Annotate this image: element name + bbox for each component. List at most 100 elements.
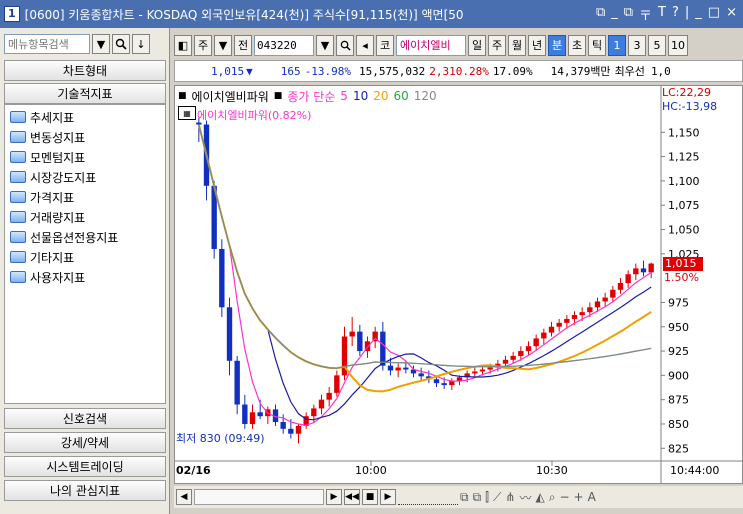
speaker-icon[interactable]: ◂ [356,34,374,56]
tab-second[interactable]: 초 [568,34,586,56]
candle-body[interactable] [334,375,340,393]
candle-body[interactable] [525,346,532,352]
candle-body[interactable] [587,307,593,313]
multiple-5[interactable]: 5 [648,34,666,56]
fib-icon[interactable]: ⋔ [505,490,515,504]
restore-icon[interactable]: ⧉ [624,5,633,24]
multiple-3[interactable]: 3 [628,34,646,56]
stop-icon[interactable]: ■ [362,489,378,505]
layout-icon[interactable]: ◧ [174,34,192,56]
code-dropdown-icon[interactable]: ▼ [316,34,334,56]
candle-body[interactable] [295,425,302,434]
price-chart[interactable]: ■ 에이치엘비파워 ■ 종가 단순 5 10 20 60 120 1,150 1,… [174,85,743,484]
chart-type-header[interactable]: 차트형태 [4,60,166,81]
candle-body[interactable] [418,373,424,377]
tab-day[interactable]: 일 [468,34,486,56]
tree-item-price[interactable]: 가격지표 [5,187,165,207]
market-button[interactable]: 코 [376,34,394,56]
prev-button[interactable]: 전 [234,34,252,56]
candle-body[interactable] [433,379,440,384]
candle-body[interactable] [441,383,447,386]
rewind-icon[interactable]: ◀◀ [344,489,360,505]
candle-body[interactable] [548,326,555,333]
tab-week[interactable]: 주 [488,34,506,56]
copy-icon[interactable]: ⧉ [473,490,482,505]
search-icon[interactable] [336,34,354,56]
maximize-window-button[interactable]: □ [708,5,720,24]
technical-indicators-header[interactable]: 기술적지표 [4,83,166,104]
tab-minute[interactable]: 분 [548,34,566,56]
candle-body[interactable] [472,371,478,374]
candle-body[interactable] [564,318,570,323]
stock-code-input[interactable]: 043220 [254,34,314,56]
multiple-10[interactable]: 10 [668,34,688,56]
search-icon[interactable] [112,34,130,54]
candle-body[interactable] [249,412,256,424]
tree-item-futures-options[interactable]: 선물옵션전용지표 [5,227,165,247]
tree-item-volume[interactable]: 거래량지표 [5,207,165,227]
wave-icon[interactable]: 〰 [519,489,531,506]
candle-body[interactable] [387,365,394,371]
candle-body[interactable] [280,422,286,429]
close-window-button[interactable]: × [726,5,737,24]
dropdown-arrow-icon[interactable]: ▼ [92,34,110,54]
tree-item-market-strength[interactable]: 시장강도지표 [5,167,165,187]
signal-search-button[interactable]: 신호검색 [4,408,166,429]
forward-icon[interactable]: ▶ [380,489,396,505]
candle-body[interactable] [226,307,233,361]
help-icon[interactable]: ? [672,5,679,24]
candle-body[interactable] [594,301,601,308]
candle-body[interactable] [502,359,509,364]
tree-item-momentum[interactable]: 모멘텀지표 [5,147,165,167]
chart-layout-icon[interactable]: ⧉ [460,490,469,505]
trend-line-icon[interactable]: ⟋ [493,490,501,505]
candle-body[interactable] [510,355,516,360]
tree-item-trend[interactable]: 추세지표 [5,107,165,127]
candle-body[interactable] [541,332,547,339]
my-favorite-indicators-button[interactable]: 나의 관심지표 [4,480,166,501]
zoom-out-icon[interactable]: − [559,490,569,504]
candle-body[interactable] [518,351,524,356]
candle-body[interactable] [617,283,624,290]
horizontal-scrollbar[interactable] [194,489,324,505]
bull-bear-button[interactable]: 강세/약세 [4,432,166,453]
candle-body[interactable] [219,248,225,308]
minimize-button[interactable]: _ [611,5,618,24]
candle-body[interactable] [257,412,263,417]
tree-item-other[interactable]: 기타지표 [5,247,165,267]
candle-body[interactable] [311,408,317,417]
candle-body[interactable] [610,289,616,298]
candle-body[interactable] [288,428,294,434]
candle-body[interactable] [234,360,240,405]
candle-body[interactable] [242,404,248,424]
text-icon[interactable]: A [588,490,596,504]
zoom-slider[interactable] [398,489,458,505]
tab-month[interactable]: 월 [508,34,526,56]
candle-body[interactable] [579,312,585,316]
candle-body[interactable] [357,331,363,352]
candlestick-plot[interactable]: 1,1501,1251,1001,0751,0501,0259759509259… [175,86,742,483]
shape-icon[interactable]: ◭ [535,490,544,504]
candle-body[interactable] [395,367,401,371]
link-icon[interactable]: ⧉ [596,5,605,24]
tab-year[interactable]: 년 [528,34,546,56]
candle-body[interactable] [326,392,332,400]
font-icon[interactable]: T [658,5,666,24]
candle-body[interactable] [571,315,578,319]
candle-body[interactable] [449,381,455,386]
zoom-icon[interactable]: ⌕ [549,490,556,505]
download-icon[interactable]: ↓ [132,34,150,54]
menu-search-input[interactable] [4,34,90,54]
pin-icon[interactable]: 〒 [639,5,652,24]
tree-item-volatility[interactable]: 변동성지표 [5,127,165,147]
candle-body[interactable] [640,268,647,273]
scroll-left-icon[interactable]: ◀ [176,489,192,505]
chart-grid-icon[interactable]: ▦ [178,106,196,120]
candle-body[interactable] [602,297,608,302]
candle-body[interactable] [556,322,562,327]
period-select[interactable]: 주 [194,34,212,56]
candle-body[interactable] [403,367,409,370]
period-dropdown-icon[interactable]: ▼ [214,34,232,56]
system-trading-button[interactable]: 시스템트레이딩 [4,456,166,477]
candle-body[interactable] [487,367,493,370]
